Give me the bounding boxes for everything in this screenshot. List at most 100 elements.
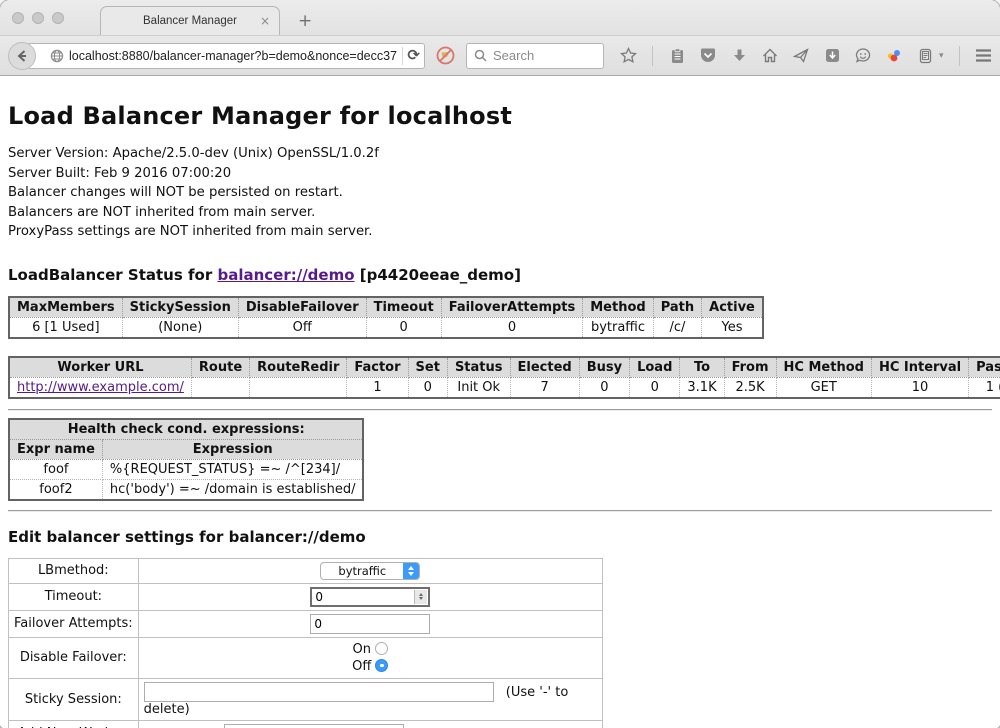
chat-smiley-icon[interactable]: [854, 47, 872, 65]
table-row: 6 [1 Used] (None) Off 0 0 bytraffic /c/ …: [9, 317, 763, 338]
inherit-note: Balancers are NOT inherited from main se…: [8, 203, 992, 223]
notes-icon[interactable]: [916, 47, 934, 65]
cell-timeout: 0: [366, 317, 441, 338]
col-failoverattempts: FailoverAttempts: [441, 297, 583, 318]
reload-icon[interactable]: ⟳: [407, 48, 420, 63]
col-method: Method: [583, 297, 653, 318]
cell-hc-interval: 10: [871, 377, 968, 398]
cell-stickysession: (None): [122, 317, 238, 338]
balancer-demo-link[interactable]: balancer://demo: [217, 266, 354, 284]
col-stickysession: StickySession: [122, 297, 238, 318]
cell-factor: 1: [347, 377, 408, 398]
page-content: Load Balancer Manager for localhost Serv…: [0, 76, 1000, 728]
pocket-icon[interactable]: [699, 47, 717, 65]
cell-expression: hc('body') =~ /domain is established/: [102, 479, 363, 500]
traffic-lights: [12, 12, 64, 24]
disable-failover-off-radio[interactable]: [375, 659, 388, 672]
zoom-window-button[interactable]: [52, 12, 64, 24]
status-heading-suffix: [p4420eeae_demo]: [355, 266, 521, 284]
loadbalancer-status-heading: LoadBalancer Status for balancer://demo …: [8, 266, 992, 284]
server-built: Server Built: Feb 9 2016 07:00:20: [8, 164, 992, 184]
containers-dots-icon[interactable]: [885, 47, 903, 65]
select-stepper-icon: [403, 563, 419, 579]
menu-icon[interactable]: [975, 47, 993, 65]
col-expr-name: Expr name: [9, 439, 102, 459]
sticky-session-input[interactable]: [144, 682, 494, 702]
col-expression: Expression: [102, 439, 363, 459]
home-icon[interactable]: [761, 47, 779, 65]
add-new-worker-input[interactable]: [224, 724, 404, 728]
worker-table: Worker URL Route RouteRedir Factor Set S…: [8, 356, 1000, 399]
timeout-input[interactable]: [312, 589, 413, 605]
col-routeredir: RouteRedir: [250, 357, 347, 378]
timeout-label: Timeout:: [9, 583, 139, 610]
send-icon[interactable]: [792, 47, 810, 65]
toolbar-separator: [959, 46, 960, 66]
search-icon: [474, 49, 487, 62]
site-identity-globe-icon[interactable]: [50, 49, 64, 63]
cell-elected: 7: [510, 377, 579, 398]
proxypass-note: ProxyPass settings are NOT inherited fro…: [8, 222, 992, 242]
balancer-status-table: MaxMembers StickySession DisableFailover…: [8, 296, 764, 339]
url-bar[interactable]: localhost:8880/balancer-manager?b=demo&n…: [27, 43, 425, 69]
col-from: From: [724, 357, 776, 378]
toolbar-icons: ▾: [619, 46, 1000, 66]
new-tab-button[interactable]: +: [294, 11, 316, 31]
col-status: Status: [447, 357, 510, 378]
status-heading-prefix: LoadBalancer Status for: [8, 266, 217, 284]
col-disablefailover: DisableFailover: [238, 297, 366, 318]
col-elected: Elected: [510, 357, 579, 378]
back-button[interactable]: [8, 42, 36, 70]
col-passes: Passes: [969, 357, 1000, 378]
col-path: Path: [653, 297, 701, 318]
worker-url-link[interactable]: http://www.example.com/: [17, 380, 184, 395]
lbmethod-label: LBmethod:: [9, 558, 139, 583]
cell-busy: 0: [579, 377, 629, 398]
cell-active: Yes: [702, 317, 763, 338]
url-text[interactable]: localhost:8880/balancer-manager?b=demo&n…: [69, 49, 397, 63]
tab-balancer-manager[interactable]: Balancer Manager ×: [100, 6, 280, 35]
cell-route: [191, 377, 249, 398]
minimize-window-button[interactable]: [32, 12, 44, 24]
col-busy: Busy: [579, 357, 629, 378]
cell-expr-name: foof: [9, 459, 102, 479]
block-icon[interactable]: [436, 46, 455, 65]
cell-from: 2.5K: [724, 377, 776, 398]
col-factor: Factor: [347, 357, 408, 378]
sticky-session-label: Sticky Session:: [9, 678, 139, 720]
cell-expr-name: foof2: [9, 479, 102, 500]
download-icon[interactable]: [730, 47, 748, 65]
cell-hc-method: GET: [776, 377, 871, 398]
server-info: Server Version: Apache/2.5.0-dev (Unix) …: [8, 144, 992, 242]
navigation-toolbar: localhost:8880/balancer-manager?b=demo&n…: [0, 35, 1000, 76]
close-tab-icon[interactable]: ×: [260, 14, 270, 28]
disable-failover-on-radio[interactable]: [375, 642, 388, 655]
server-version: Server Version: Apache/2.5.0-dev (Unix) …: [8, 144, 992, 164]
edit-settings-heading: Edit balancer settings for balancer://de…: [8, 528, 992, 546]
cell-to: 3.1K: [680, 377, 724, 398]
bookmark-star-icon[interactable]: [619, 47, 637, 65]
clipboard-icon[interactable]: [668, 47, 686, 65]
failover-attempts-label: Failover Attempts:: [9, 610, 139, 637]
col-set: Set: [408, 357, 447, 378]
col-to: To: [680, 357, 724, 378]
add-new-worker-label: Add New Worker:: [9, 720, 139, 728]
failover-attempts-input[interactable]: [310, 614, 430, 634]
number-spinner-icon[interactable]: [414, 590, 427, 604]
toolbar-separator: [652, 46, 653, 66]
close-window-button[interactable]: [12, 12, 24, 24]
col-timeout: Timeout: [366, 297, 441, 318]
cell-load: 0: [630, 377, 680, 398]
cell-failoverattempts: 0: [441, 317, 583, 338]
cell-status: Init Ok: [447, 377, 510, 398]
chevron-down-icon[interactable]: ▾: [939, 51, 944, 61]
lbmethod-selected-value: bytraffic: [321, 563, 403, 579]
section-divider: [8, 510, 992, 512]
table-row: http://www.example.com/ 1 0 Init Ok 7 0 …: [9, 377, 1000, 398]
lbmethod-select[interactable]: bytraffic: [320, 562, 420, 580]
search-bar[interactable]: Search: [466, 43, 604, 69]
tab-bar: Balancer Manager × +: [0, 0, 1000, 35]
screenshot-icon[interactable]: [823, 47, 841, 65]
cell-passes: 1 (0): [969, 377, 1000, 398]
page-title: Load Balancer Manager for localhost: [8, 102, 992, 130]
